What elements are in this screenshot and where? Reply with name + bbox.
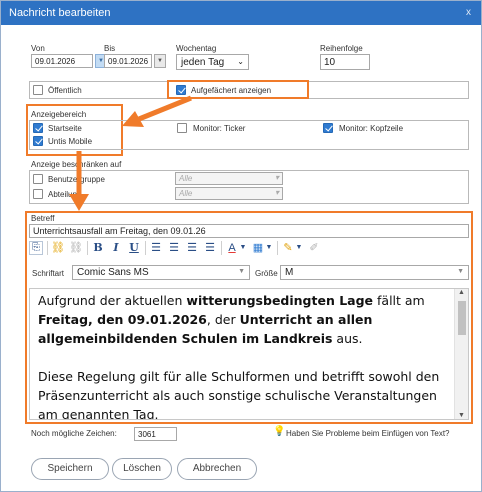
chars-remaining-label: Noch mögliche Zeichen:	[31, 429, 117, 438]
bold-button[interactable]: B	[91, 239, 105, 257]
source-icon[interactable]: ⎘	[29, 241, 43, 255]
reihenfolge-label: Reihenfolge	[320, 44, 363, 53]
clear-format-icon[interactable]: ✐	[307, 239, 321, 257]
lightbulb-icon: 💡	[273, 426, 286, 437]
abteilung-select: Alle ▾	[175, 187, 283, 200]
oeffentlich-label: Öffentlich	[48, 86, 82, 95]
benutzergruppe-select: Alle ▾	[175, 172, 283, 185]
font-select[interactable]: Comic Sans MS ▼	[72, 265, 250, 280]
chevron-down-icon[interactable]: ▼	[239, 239, 247, 257]
monitor-ticker-checkbox[interactable]	[177, 123, 187, 133]
restrict-label: Anzeige beschränken auf	[31, 160, 122, 169]
highlighter-icon[interactable]: ✎	[281, 239, 295, 257]
dialog-title: Nachricht bearbeiten	[9, 7, 111, 19]
title-bar: Nachricht bearbeiten x	[1, 1, 481, 25]
text-run-bold: witterungsbedingten Lage	[186, 293, 374, 308]
paragraph-2: Diese Regelung gilt für alle Schulformen…	[38, 369, 440, 420]
font-label: Schriftart	[32, 269, 65, 278]
abteilung-checkbox[interactable]	[33, 189, 43, 199]
size-value: M	[285, 267, 294, 278]
paste-help-link[interactable]: Haben Sie Probleme beim Einfügen von Tex…	[286, 429, 450, 438]
close-icon[interactable]: x	[466, 7, 471, 18]
editor-scrollbar[interactable]: ▲ ▼	[454, 289, 468, 419]
toolbar-separator	[145, 241, 146, 255]
chevron-down-icon[interactable]: ▼	[295, 239, 303, 257]
anzeigebereich-label: Anzeigebereich	[31, 110, 87, 119]
chevron-down-icon: ▾	[274, 188, 279, 197]
scroll-down-icon[interactable]: ▼	[458, 412, 465, 419]
monitor-kopfzeile-checkbox[interactable]	[323, 123, 333, 133]
oeffentlich-checkbox[interactable]	[33, 85, 43, 95]
von-date-input[interactable]: 09.01.2026	[31, 54, 93, 68]
chevron-down-icon: ▾	[274, 173, 279, 182]
scrollbar-thumb[interactable]	[458, 301, 466, 335]
text-run: aus.	[332, 331, 363, 346]
editor-toolbar: ⎘ ⛓ ⛓ B I U ☰ ☰ ☰ ☰ A ▼ ▦ ▼ ✎ ▼ ✐	[29, 239, 471, 259]
monitor-kopfzeile-label: Monitor: Kopfzeile	[339, 124, 404, 133]
startseite-checkbox[interactable]	[33, 123, 43, 133]
benutzergruppe-label: Benutzergruppe	[48, 175, 105, 184]
size-label: Größe	[255, 269, 278, 278]
untis-mobile-label: Untis Mobile	[48, 137, 93, 146]
underline-button[interactable]: U	[127, 239, 141, 257]
abteilung-value: Alle	[179, 189, 193, 198]
chevron-down-icon: ▼	[238, 268, 245, 275]
align-right-icon[interactable]: ☰	[185, 239, 199, 257]
text-run: fällt am	[373, 293, 425, 308]
text-run-bold: Freitag, den 09.01.2026	[38, 312, 207, 327]
reihenfolge-input[interactable]: 10	[320, 54, 370, 70]
bis-label: Bis	[104, 44, 116, 53]
startseite-label: Startseite	[48, 124, 82, 133]
wochentag-label: Wochentag	[176, 44, 217, 53]
wochentag-select[interactable]: jeden Tag ⌄	[176, 54, 249, 70]
chevron-down-icon: ⌄	[237, 57, 244, 66]
chevron-down-icon: ▼	[457, 268, 464, 275]
italic-button[interactable]: I	[109, 239, 123, 257]
text-run: , der	[206, 312, 240, 327]
toolbar-separator	[47, 241, 48, 255]
link-icon[interactable]: ⛓	[51, 239, 65, 257]
scroll-up-icon[interactable]: ▲	[458, 289, 465, 296]
toolbar-separator	[87, 241, 88, 255]
size-select[interactable]: M ▼	[280, 265, 469, 280]
chevron-down-icon[interactable]: ▼	[265, 239, 273, 257]
align-justify-icon[interactable]: ☰	[203, 239, 217, 257]
text-run: Aufgrund der aktuellen	[38, 293, 187, 308]
text-color-icon[interactable]: A	[225, 239, 239, 257]
unlink-icon[interactable]: ⛓	[69, 239, 83, 257]
align-left-icon[interactable]: ☰	[149, 239, 163, 257]
wochentag-value: jeden Tag	[181, 57, 225, 68]
aufgefaechert-checkbox[interactable]	[176, 85, 186, 95]
toolbar-separator	[277, 241, 278, 255]
paragraph-1: Aufgrund der aktuellen witterungsbedingt…	[38, 291, 450, 348]
bis-calendar-icon[interactable]: ▼	[154, 54, 166, 68]
bis-date-input[interactable]: 09.01.2026	[104, 54, 152, 68]
editor-content: Aufgrund der aktuellen witterungsbedingt…	[38, 291, 450, 420]
monitor-ticker-label: Monitor: Ticker	[193, 124, 246, 133]
background-color-icon[interactable]: ▦	[251, 239, 265, 257]
benutzergruppe-checkbox[interactable]	[33, 174, 43, 184]
untis-mobile-checkbox[interactable]	[33, 136, 43, 146]
save-button[interactable]: Speichern	[31, 458, 109, 480]
delete-button[interactable]: Löschen	[112, 458, 172, 480]
abteilung-label: Abteilung	[48, 190, 82, 199]
edit-message-dialog: Nachricht bearbeiten x Von 09.01.2026 ▼ …	[0, 0, 482, 492]
chars-remaining-value: 3061	[134, 427, 177, 441]
aufgefaechert-label: Aufgefächert anzeigen	[191, 86, 272, 95]
align-center-icon[interactable]: ☰	[167, 239, 181, 257]
toolbar-separator	[221, 241, 222, 255]
message-editor[interactable]: Aufgrund der aktuellen witterungsbedingt…	[29, 288, 469, 420]
benutzergruppe-value: Alle	[179, 174, 193, 183]
betreff-input[interactable]: Unterrichtsausfall am Freitag, den 09.01…	[29, 224, 469, 238]
font-value: Comic Sans MS	[77, 267, 149, 278]
betreff-label: Betreff	[31, 214, 55, 223]
cancel-button[interactable]: Abbrechen	[177, 458, 257, 480]
von-label: Von	[31, 44, 45, 53]
